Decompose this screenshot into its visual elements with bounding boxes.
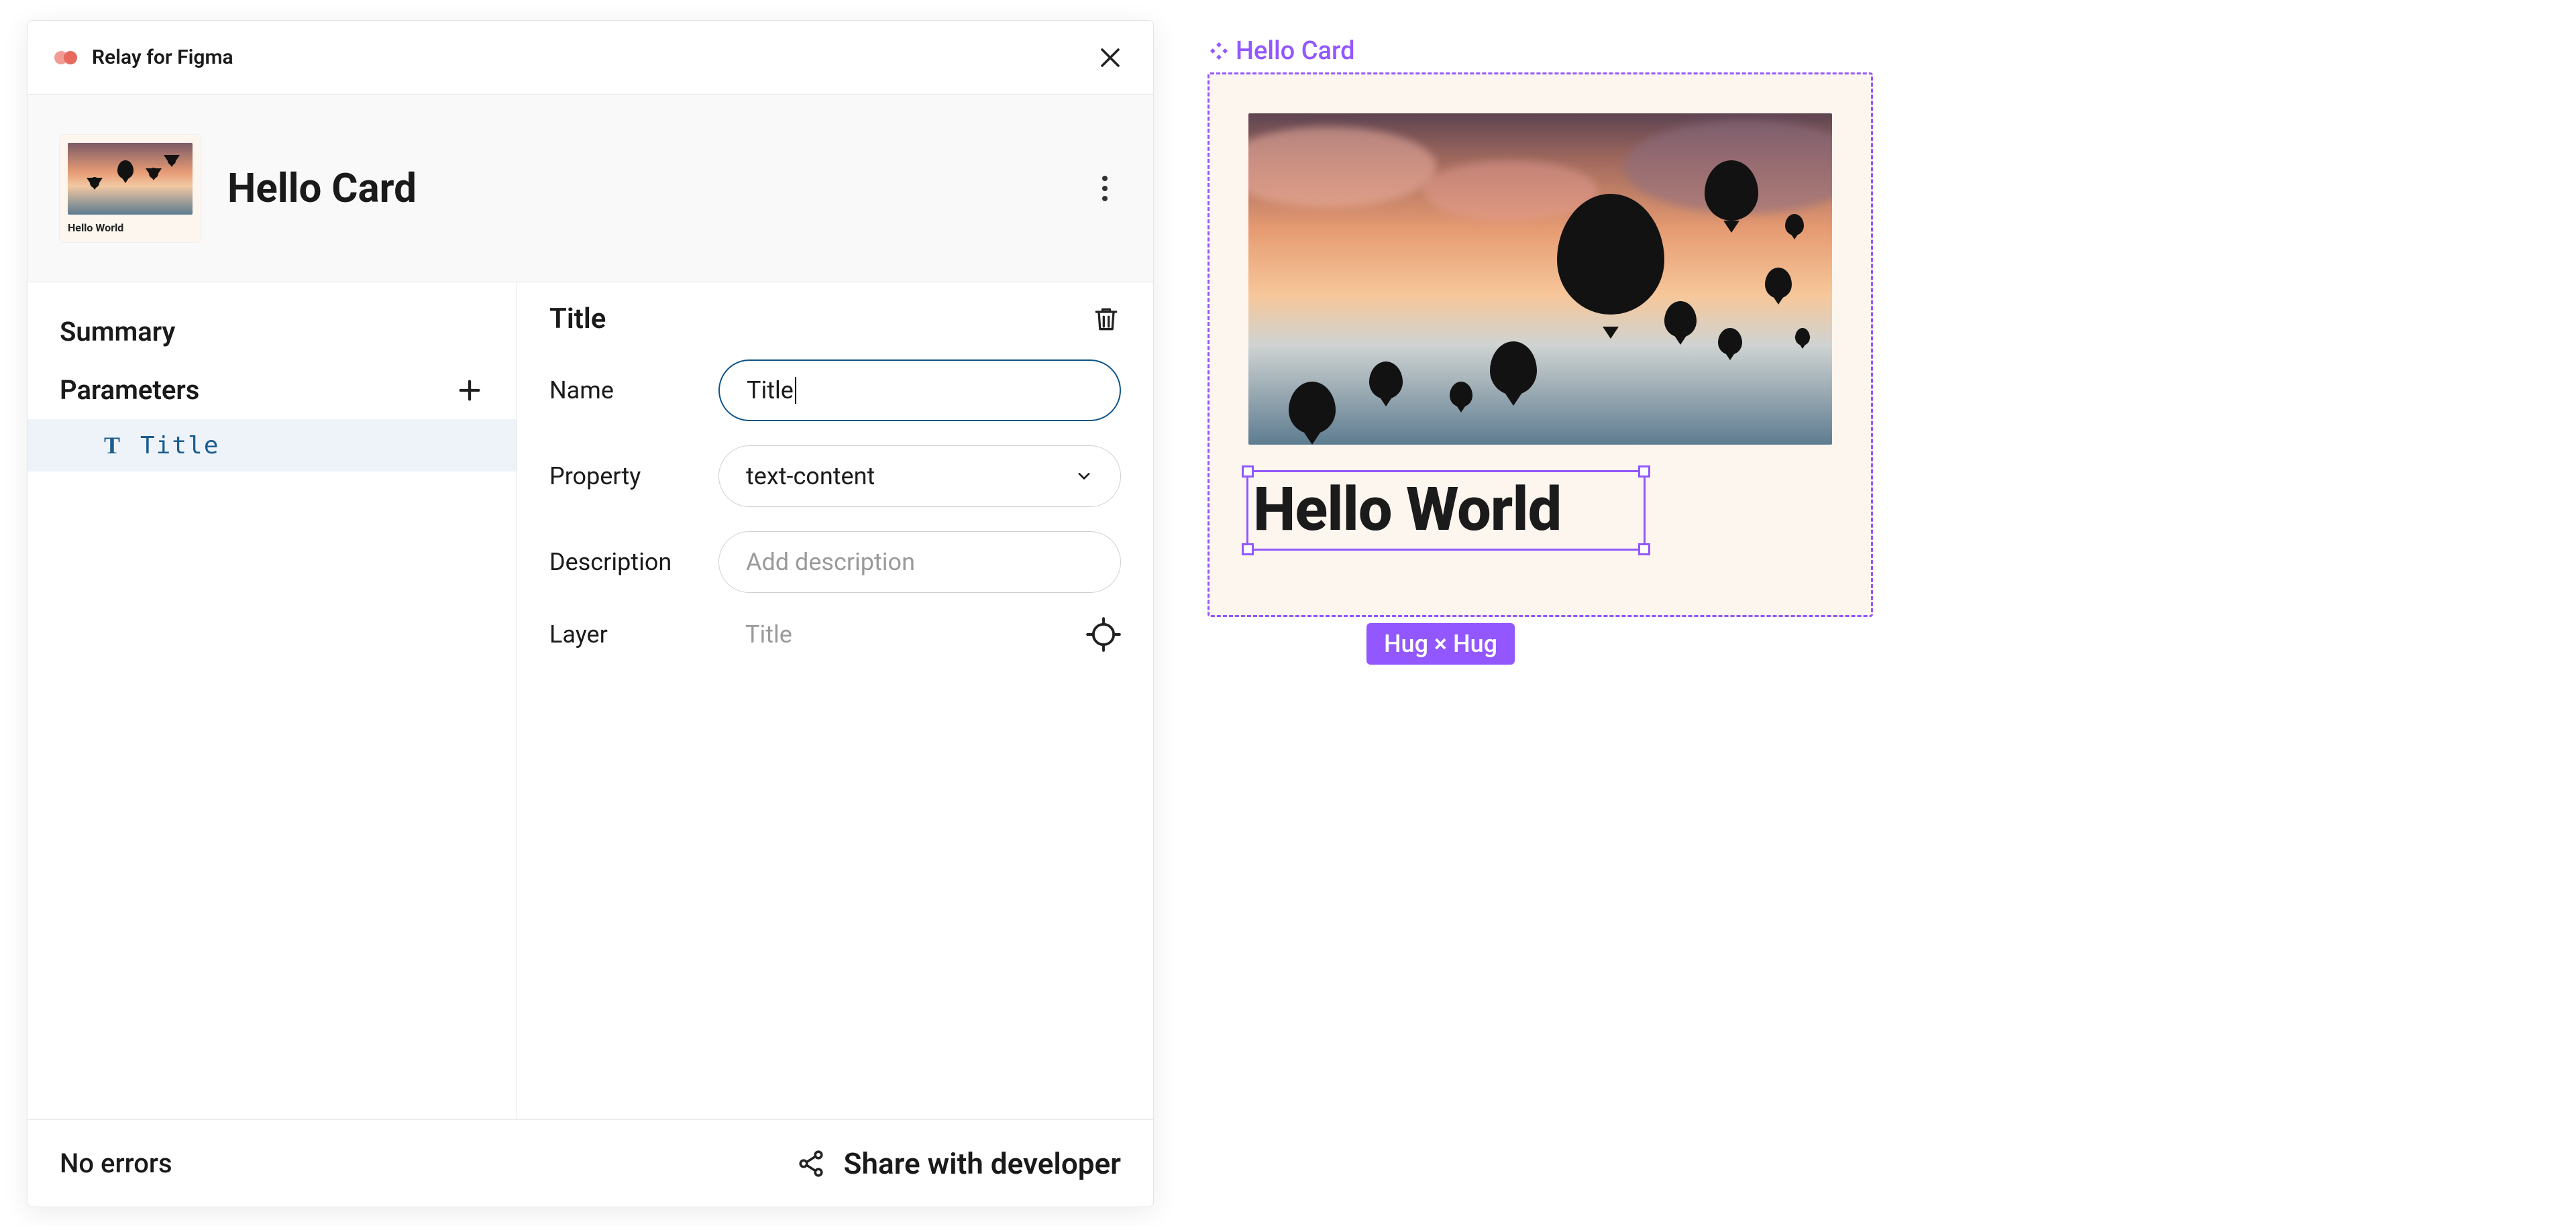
sidebar-parameters-header: Parameters — [28, 361, 517, 419]
component-thumbnail: Hello World — [60, 135, 201, 242]
selection-handle[interactable] — [1638, 543, 1650, 555]
plugin-titlebar: Relay for Figma — [28, 21, 1153, 95]
share-icon — [796, 1148, 828, 1180]
property-label: Property — [549, 462, 697, 490]
error-status: No errors — [60, 1148, 172, 1179]
panel-header: Hello World Hello Card — [28, 95, 1153, 282]
parameters-label: Parameters — [60, 374, 199, 406]
close-icon — [1098, 46, 1122, 70]
parameter-item-label: Title — [140, 432, 219, 459]
component-title: Hello Card — [227, 164, 417, 212]
layer-label: Layer — [549, 620, 697, 649]
kebab-dot — [1102, 176, 1108, 181]
add-parameter-button[interactable] — [455, 376, 484, 405]
sidebar-summary[interactable]: Summary — [28, 302, 517, 361]
component-frame-name: Hello Card — [1236, 36, 1354, 66]
component-frame[interactable]: Hello World Hug × Hug — [1208, 72, 1873, 617]
name-label: Name — [549, 376, 697, 404]
description-placeholder: Add description — [746, 548, 915, 576]
panel-footer: No errors Share with developer — [28, 1119, 1153, 1207]
plus-icon — [456, 377, 483, 404]
kebab-dot — [1102, 186, 1108, 191]
component-frame-label[interactable]: Hello Card — [1210, 36, 1873, 66]
property-select-value: text-content — [746, 462, 875, 490]
text-type-icon: T — [100, 431, 124, 459]
plugin-name: Relay for Figma — [92, 46, 233, 69]
description-input[interactable]: Add description — [718, 531, 1121, 593]
layer-value: Title — [718, 620, 1065, 649]
delete-parameter-button[interactable] — [1091, 304, 1121, 334]
relay-plugin-panel: Relay for Figma Hello World Hello Card — [27, 20, 1154, 1207]
parameter-item-title[interactable]: T Title — [28, 419, 517, 471]
selection-handle[interactable] — [1638, 465, 1650, 478]
more-menu-button[interactable] — [1089, 172, 1121, 205]
selection-handle[interactable] — [1242, 543, 1254, 555]
figma-canvas: Hello Card Hello World — [1208, 36, 1873, 617]
name-input[interactable]: Title — [718, 359, 1121, 421]
trash-icon — [1091, 304, 1121, 334]
share-with-developer-button[interactable]: Share with developer — [796, 1146, 1121, 1181]
name-input-value: Title — [747, 376, 794, 404]
crosshair-icon — [1086, 617, 1121, 652]
description-label: Description — [549, 548, 697, 576]
kebab-dot — [1102, 196, 1108, 201]
property-select[interactable]: text-content — [718, 445, 1121, 507]
plugin-logo-icon — [54, 48, 80, 67]
thumbnail-image — [68, 143, 193, 215]
locate-layer-button[interactable] — [1086, 617, 1121, 652]
constraint-badge: Hug × Hug — [1366, 623, 1515, 665]
detail-pane: Title Name Title Property — [517, 282, 1153, 1119]
card-image — [1248, 113, 1832, 445]
component-icon — [1210, 42, 1228, 60]
text-caret — [795, 377, 796, 404]
selection-handle[interactable] — [1242, 465, 1254, 478]
chevron-down-icon — [1075, 467, 1093, 486]
sidebar: Summary Parameters T Title — [28, 282, 517, 1119]
share-label: Share with developer — [844, 1146, 1121, 1181]
thumbnail-title: Hello World — [68, 221, 193, 234]
selection-outline — [1246, 470, 1646, 551]
detail-title: Title — [549, 302, 606, 335]
close-button[interactable] — [1094, 42, 1126, 74]
